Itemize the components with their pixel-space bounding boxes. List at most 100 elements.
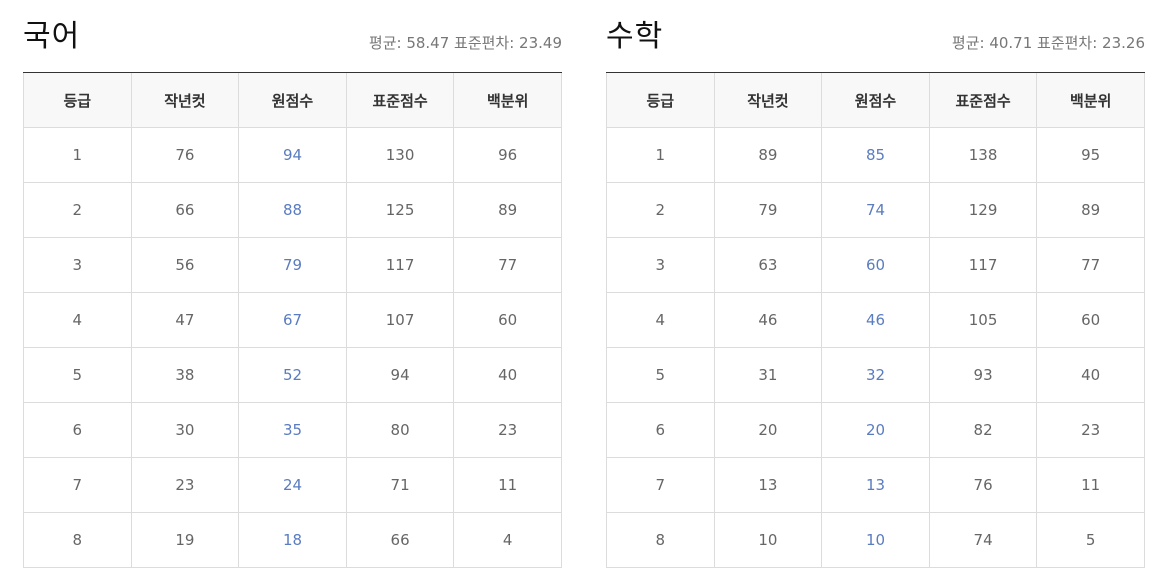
cell-raw-score: 18 (238, 512, 347, 568)
cell-percentile: 60 (453, 292, 562, 348)
table-row: 6 20 20 82 23 (606, 402, 1145, 458)
cell-last-year-cut: 31 (713, 347, 823, 403)
panel-header: 국어 평균: 58.47 표준편차: 23.49 (23, 0, 562, 73)
cell-percentile: 4 (453, 512, 562, 568)
cell-standard-score: 125 (345, 182, 455, 238)
cell-standard-score: 76 (928, 457, 1038, 513)
subject-title: 수학 (606, 19, 664, 54)
table-row: 4 46 46 105 60 (606, 292, 1145, 348)
table-row: 4 47 67 107 60 (23, 292, 562, 348)
cell-grade: 1 (606, 127, 715, 183)
column-header-grade: 등급 (23, 73, 132, 128)
table-row: 3 56 79 117 77 (23, 237, 562, 293)
table-row: 2 66 88 125 89 (23, 182, 562, 238)
table-body: 1 89 85 138 95 2 79 74 129 89 3 63 60 117 77 4 46 46 105 60… (606, 127, 1145, 568)
cell-grade: 7 (23, 457, 132, 513)
table-row: 8 19 18 66 4 (23, 512, 562, 568)
column-header-standard-score: 표준점수 (345, 73, 455, 128)
cell-percentile: 95 (1036, 127, 1145, 183)
table-row: 7 23 24 71 11 (23, 457, 562, 513)
cell-percentile: 77 (1036, 237, 1145, 293)
cell-standard-score: 129 (928, 182, 1038, 238)
cell-standard-score: 82 (928, 402, 1038, 458)
cell-raw-score: 74 (821, 182, 930, 238)
table-row: 7 13 13 76 11 (606, 457, 1145, 513)
cell-percentile: 89 (453, 182, 562, 238)
cell-grade: 1 (23, 127, 132, 183)
cell-standard-score: 71 (345, 457, 455, 513)
cell-last-year-cut: 63 (713, 237, 823, 293)
cell-last-year-cut: 19 (130, 512, 240, 568)
cell-percentile: 89 (1036, 182, 1145, 238)
cell-percentile: 77 (453, 237, 562, 293)
cell-raw-score: 10 (821, 512, 930, 568)
cell-raw-score: 46 (821, 292, 930, 348)
cell-grade: 6 (23, 402, 132, 458)
cell-standard-score: 117 (345, 237, 455, 293)
cell-percentile: 40 (1036, 347, 1145, 403)
cell-percentile: 11 (1036, 457, 1145, 513)
cell-grade: 6 (606, 402, 715, 458)
cell-standard-score: 74 (928, 512, 1038, 568)
cell-grade: 2 (606, 182, 715, 238)
cell-percentile: 60 (1036, 292, 1145, 348)
table-row: 8 10 10 74 5 (606, 512, 1145, 568)
cell-last-year-cut: 76 (130, 127, 240, 183)
cell-last-year-cut: 38 (130, 347, 240, 403)
cell-standard-score: 80 (345, 402, 455, 458)
math-panel: 수학 평균: 40.71 표준편차: 23.26 등급 작년컷 원점수 표준점수 백분위… (606, 0, 1145, 568)
cell-standard-score: 66 (345, 512, 455, 568)
cell-standard-score: 130 (345, 127, 455, 183)
cell-raw-score: 79 (238, 237, 347, 293)
cell-percentile: 96 (453, 127, 562, 183)
table-body: 1 76 94 130 96 2 66 88 125 89 3 56 79 117 77 4 47 67 107 60… (23, 127, 562, 568)
cell-standard-score: 94 (345, 347, 455, 403)
cell-grade: 5 (23, 347, 132, 403)
cell-grade: 3 (606, 237, 715, 293)
column-header-percentile: 백분위 (1036, 73, 1145, 128)
cell-last-year-cut: 10 (713, 512, 823, 568)
cell-grade: 3 (23, 237, 132, 293)
cell-last-year-cut: 79 (713, 182, 823, 238)
cell-grade: 8 (23, 512, 132, 568)
cell-last-year-cut: 20 (713, 402, 823, 458)
cell-raw-score: 94 (238, 127, 347, 183)
cell-raw-score: 88 (238, 182, 347, 238)
cell-standard-score: 93 (928, 347, 1038, 403)
grade-table: 등급 작년컷 원점수 표준점수 백분위 1 76 94 130 96 2 66 88 125 89 3 56 7… (23, 73, 562, 568)
table-row: 5 38 52 94 40 (23, 347, 562, 403)
cell-raw-score: 60 (821, 237, 930, 293)
cell-percentile: 23 (1036, 402, 1145, 458)
cell-raw-score: 20 (821, 402, 930, 458)
cell-last-year-cut: 56 (130, 237, 240, 293)
table-row: 5 31 32 93 40 (606, 347, 1145, 403)
column-header-percentile: 백분위 (453, 73, 562, 128)
cell-standard-score: 105 (928, 292, 1038, 348)
table-row: 3 63 60 117 77 (606, 237, 1145, 293)
cell-raw-score: 67 (238, 292, 347, 348)
cell-standard-score: 117 (928, 237, 1038, 293)
cell-last-year-cut: 13 (713, 457, 823, 513)
cell-last-year-cut: 47 (130, 292, 240, 348)
table-header-row: 등급 작년컷 원점수 표준점수 백분위 (23, 73, 562, 128)
subject-stats: 평균: 40.71 표준편차: 23.26 (951, 34, 1145, 52)
subject-title: 국어 (23, 19, 81, 54)
cell-raw-score: 24 (238, 457, 347, 513)
grade-table: 등급 작년컷 원점수 표준점수 백분위 1 89 85 138 95 2 79 74 129 89 3 63 6… (606, 73, 1145, 568)
column-header-raw-score: 원점수 (238, 73, 347, 128)
cell-grade: 5 (606, 347, 715, 403)
cell-standard-score: 138 (928, 127, 1038, 183)
table-row: 1 89 85 138 95 (606, 127, 1145, 183)
column-header-raw-score: 원점수 (821, 73, 930, 128)
cell-last-year-cut: 66 (130, 182, 240, 238)
cell-grade: 8 (606, 512, 715, 568)
column-header-last-year-cut: 작년컷 (713, 73, 823, 128)
cell-raw-score: 52 (238, 347, 347, 403)
table-row: 1 76 94 130 96 (23, 127, 562, 183)
cell-last-year-cut: 89 (713, 127, 823, 183)
table-row: 6 30 35 80 23 (23, 402, 562, 458)
table-row: 2 79 74 129 89 (606, 182, 1145, 238)
cell-raw-score: 32 (821, 347, 930, 403)
cell-grade: 7 (606, 457, 715, 513)
cell-percentile: 40 (453, 347, 562, 403)
